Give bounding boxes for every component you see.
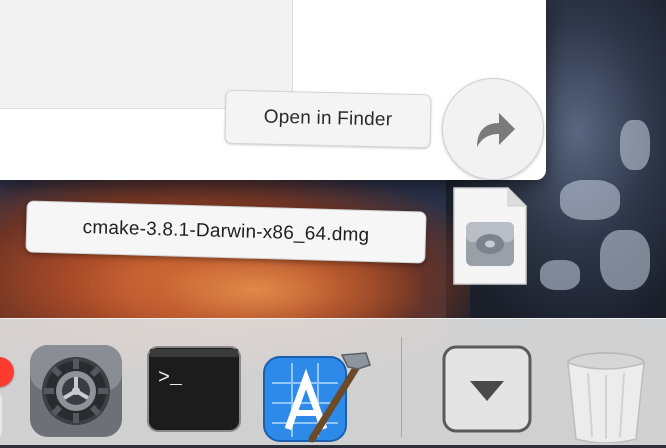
open-in-finder-label: Open in Finder (263, 106, 393, 131)
dock-item-downloads[interactable] (440, 343, 536, 439)
dragged-file-label: cmake-3.8.1-Darwin-x86_64.dmg (25, 200, 427, 264)
xcode-icon (263, 352, 371, 443)
safari-icon (0, 383, 2, 447)
open-in-finder-button[interactable]: Open in Finder (224, 89, 432, 149)
share-arrow-icon (477, 113, 515, 147)
disk-image-icon[interactable] (452, 186, 528, 286)
share-button[interactable] (442, 78, 544, 180)
trash-icon (567, 352, 645, 444)
svg-text:>_: >_ (158, 367, 183, 390)
dock: >_ (0, 318, 666, 447)
file-name: cmake-3.8.1-Darwin-x86_64.dmg (82, 217, 370, 246)
downloads-stack-icon (442, 345, 532, 433)
dock-item-xcode[interactable] (262, 343, 372, 443)
dock-item-trash[interactable] (562, 343, 658, 444)
dock-item-safari[interactable] (0, 343, 20, 447)
dock-separator (401, 337, 402, 437)
dock-item-terminal[interactable]: >_ (146, 343, 242, 439)
system-preferences-icon (30, 345, 122, 437)
terminal-icon: >_ (147, 346, 241, 432)
dock-item-system-preferences[interactable] (28, 343, 124, 439)
notification-badge (0, 357, 14, 387)
